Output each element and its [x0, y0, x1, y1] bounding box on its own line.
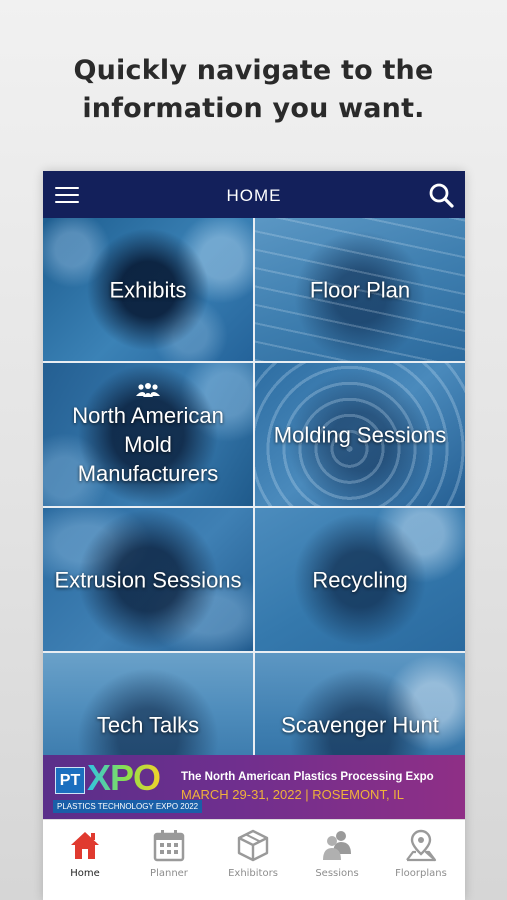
map-pin-icon	[406, 829, 437, 862]
app-bar: HOME	[43, 171, 465, 218]
tile-molding-sessions-label: Molding Sessions	[273, 422, 447, 447]
tile-nammm-line-3: Manufacturers	[77, 460, 219, 486]
home-tile-grid: Exhibits Floor Plan North American Mold …	[43, 218, 465, 755]
tile-nammm-line-2: Mold	[124, 431, 172, 457]
people-icon	[323, 831, 351, 860]
tile-extrusion-sessions-label: Extrusion Sessions	[54, 567, 242, 592]
tile-floor-plan-label: Floor Plan	[309, 277, 411, 302]
page-title: HOME	[226, 186, 282, 205]
bottom-tab-bar: Home Planner Exhibitors Sessions Floorpl…	[43, 819, 465, 900]
tab-exhibitors[interactable]: Exhibitors	[211, 828, 295, 888]
tab-planner[interactable]: Planner	[127, 828, 211, 888]
pt-logo: PT	[55, 767, 85, 794]
expo-logo-tagline: PLASTICS TECHNOLOGY EXPO 2022	[53, 800, 203, 813]
tab-home[interactable]: Home	[43, 828, 127, 888]
xpo-logo: XPO	[87, 757, 161, 798]
tile-exhibits-label: Exhibits	[109, 277, 187, 302]
tile-tech-talks[interactable]: Tech Talks	[43, 653, 253, 755]
tab-sessions-label: Sessions	[315, 868, 359, 879]
banner-dates: MARCH 29-31, 2022 | ROSEMONT, IL	[181, 787, 405, 802]
box-icon	[237, 829, 269, 862]
tile-nammm-line-1: North American	[72, 402, 224, 428]
tile-scavenger-hunt-label: Scavenger Hunt	[281, 712, 439, 737]
tile-extrusion-sessions[interactable]: Extrusion Sessions	[43, 508, 253, 651]
tab-floorplans[interactable]: Floorplans	[379, 828, 463, 888]
tile-recycling-label: Recycling	[312, 567, 408, 592]
tile-recycling[interactable]: Recycling	[255, 508, 465, 651]
tab-home-label: Home	[70, 868, 100, 879]
tab-planner-label: Planner	[150, 868, 188, 879]
promo-line-2: information you want.	[82, 93, 425, 124]
promo-line-1: Quickly navigate to the	[73, 55, 434, 86]
home-icon	[71, 832, 99, 859]
phone-screen: HOME Exhibits Floor Plan North American …	[43, 171, 465, 900]
tile-molding-sessions[interactable]: Molding Sessions	[255, 363, 465, 506]
tile-scavenger-hunt[interactable]: Scavenger Hunt	[255, 653, 465, 755]
tile-exhibits[interactable]: Exhibits	[43, 218, 253, 361]
search-icon[interactable]	[427, 181, 455, 209]
tile-tech-talks-label: Tech Talks	[96, 712, 200, 737]
promo-heading: Quickly navigate to the information you …	[0, 52, 507, 128]
tile-floor-plan[interactable]: Floor Plan	[255, 218, 465, 361]
expo-ad-banner[interactable]: PT XPO PLASTICS TECHNOLOGY EXPO 2022 The…	[43, 755, 465, 819]
tile-north-american-mold-manufacturers[interactable]: North American Mold Manufacturers	[43, 363, 253, 506]
banner-headline: The North American Plastics Processing E…	[181, 771, 434, 783]
tile-nammm-label: North American Mold Manufacturers	[43, 382, 253, 488]
tab-sessions[interactable]: Sessions	[295, 828, 379, 888]
tab-floorplans-label: Floorplans	[395, 868, 447, 879]
group-icon	[136, 382, 160, 397]
tab-exhibitors-label: Exhibitors	[228, 868, 278, 879]
calendar-icon	[153, 830, 185, 862]
